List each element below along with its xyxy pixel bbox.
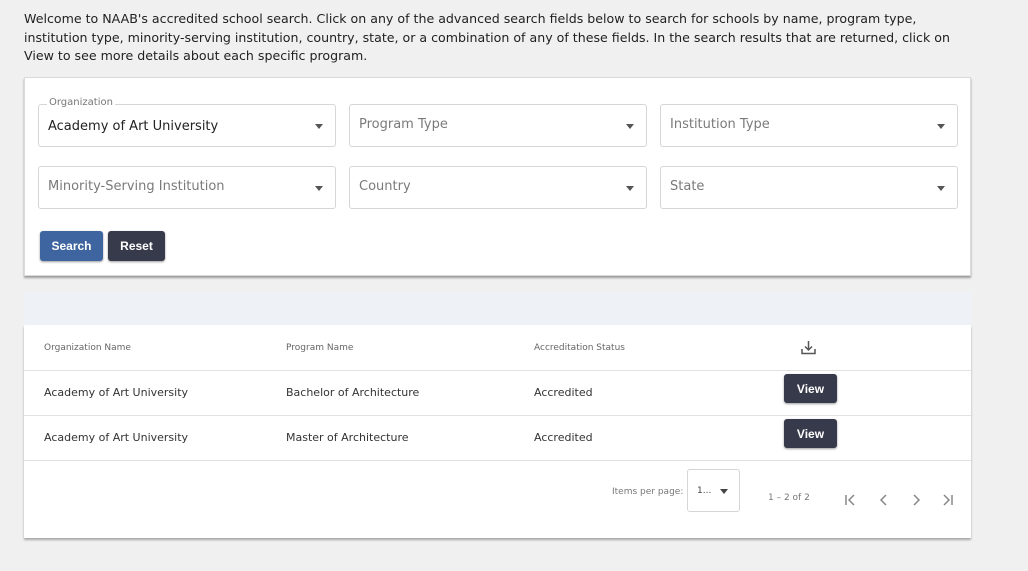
- country-select[interactable]: Country: [349, 166, 647, 209]
- items-per-page-value: 1...: [697, 486, 712, 496]
- institution-type-placeholder: Institution Type: [670, 117, 770, 132]
- chevron-down-icon: [937, 124, 945, 129]
- cell-status: Accredited: [534, 386, 593, 399]
- items-per-page-select[interactable]: 1...: [687, 469, 740, 512]
- header-program-name[interactable]: Program Name: [286, 343, 353, 353]
- last-page-icon[interactable]: [939, 492, 955, 508]
- results-band: [24, 292, 971, 325]
- view-button[interactable]: View: [784, 374, 837, 403]
- intro-text: Welcome to NAAB's accredited school sear…: [24, 11, 950, 63]
- prev-page-icon[interactable]: [876, 492, 892, 508]
- header-organization-name[interactable]: Organization Name: [44, 343, 131, 353]
- state-select[interactable]: State: [660, 166, 958, 209]
- program-type-select[interactable]: Program Type: [349, 104, 647, 147]
- chevron-down-icon: [720, 489, 728, 494]
- table-row: Academy of Art University Master of Arch…: [24, 416, 971, 461]
- view-button[interactable]: View: [784, 419, 837, 448]
- table-row: Academy of Art University Bachelor of Ar…: [24, 371, 971, 416]
- minority-serving-placeholder: Minority-Serving Institution: [48, 179, 225, 194]
- results-table: Organization Name Program Name Accredita…: [24, 325, 971, 538]
- minority-serving-select[interactable]: Minority-Serving Institution: [38, 166, 336, 209]
- cell-status: Accredited: [534, 431, 593, 444]
- cell-organization: Academy of Art University: [44, 431, 189, 444]
- state-placeholder: State: [670, 179, 705, 194]
- search-panel: Organization Academy of Art University P…: [24, 77, 971, 276]
- items-per-page-label: Items per page:: [612, 487, 684, 497]
- header-accreditation-status[interactable]: Accreditation Status: [534, 343, 625, 353]
- download-icon[interactable]: [800, 339, 817, 356]
- organization-value: Academy of Art University: [48, 119, 219, 134]
- next-page-icon[interactable]: [908, 492, 924, 508]
- country-placeholder: Country: [359, 179, 411, 194]
- cell-program: Master of Architecture: [286, 431, 409, 444]
- chevron-down-icon: [626, 124, 634, 129]
- chevron-down-icon: [937, 186, 945, 191]
- chevron-down-icon: [315, 186, 323, 191]
- search-button[interactable]: Search: [40, 231, 103, 261]
- cell-organization: Academy of Art University: [44, 386, 189, 399]
- reset-button[interactable]: Reset: [108, 231, 165, 261]
- program-type-placeholder: Program Type: [359, 117, 448, 132]
- table-header-row: Organization Name Program Name Accredita…: [24, 325, 971, 371]
- page-range: 1 – 2 of 2: [768, 493, 810, 503]
- cell-program: Bachelor of Architecture: [286, 386, 420, 399]
- institution-type-select[interactable]: Institution Type: [660, 104, 958, 147]
- first-page-icon[interactable]: [843, 492, 859, 508]
- chevron-down-icon: [315, 124, 323, 129]
- chevron-down-icon: [626, 186, 634, 191]
- organization-caption: Organization: [47, 97, 115, 108]
- organization-select[interactable]: Organization Academy of Art University: [38, 97, 336, 147]
